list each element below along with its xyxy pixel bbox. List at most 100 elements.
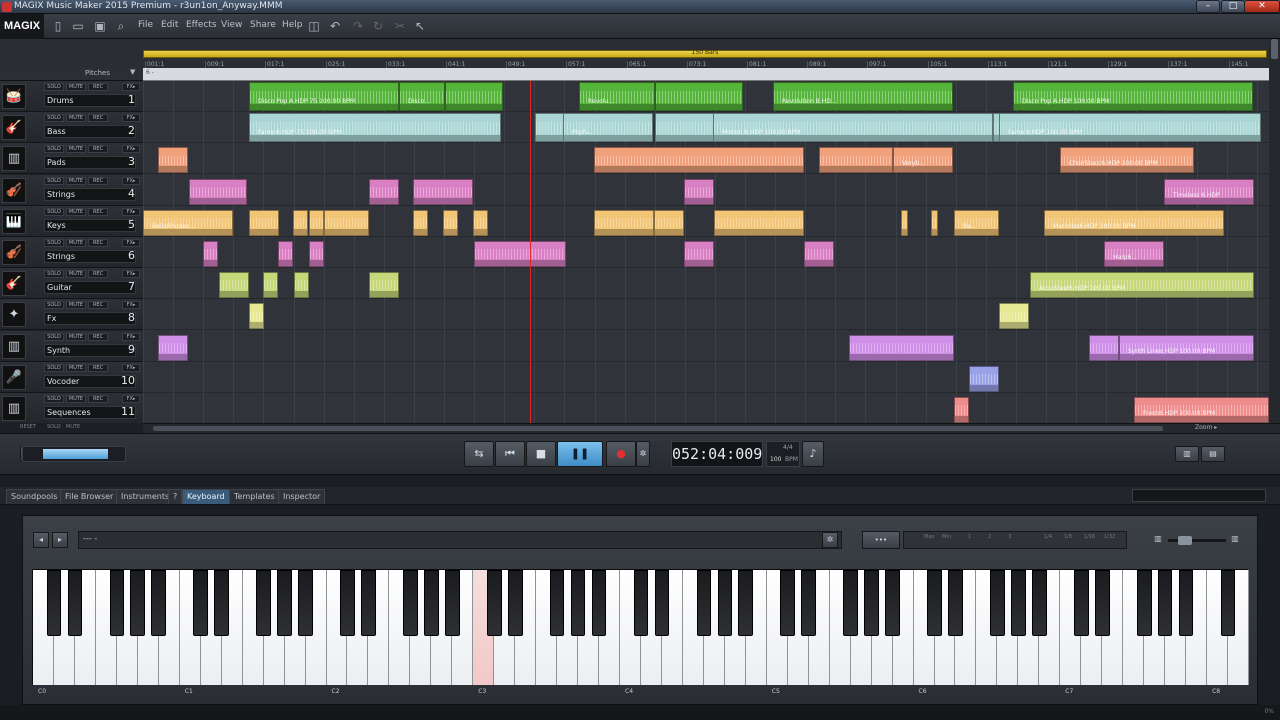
black-key[interactable] bbox=[738, 570, 754, 636]
maximize-button[interactable]: □ bbox=[1221, 0, 1245, 13]
track-drums-1[interactable]: 🥁 SOLO MUTE REC FX▸ Drums 1 bbox=[0, 81, 143, 112]
audio-clip[interactable] bbox=[249, 303, 264, 330]
black-key[interactable] bbox=[1073, 570, 1089, 636]
track-strings-4[interactable]: 🎻 SOLO MUTE REC FX▸ Strings 4 bbox=[0, 174, 143, 206]
black-key[interactable] bbox=[1220, 570, 1236, 636]
audio-clip[interactable]: Synth Lines.HDP 100.00 BPM bbox=[1119, 334, 1254, 361]
mute-button[interactable]: MUTE bbox=[66, 145, 86, 154]
fx-button[interactable]: FX▸ bbox=[122, 145, 140, 154]
minimize-button[interactable]: – bbox=[1196, 0, 1220, 13]
audio-clip[interactable] bbox=[263, 272, 278, 299]
audio-clip[interactable] bbox=[369, 178, 399, 205]
audio-clip[interactable] bbox=[594, 147, 804, 174]
mute-button[interactable]: MUTE bbox=[66, 239, 86, 247]
black-key[interactable] bbox=[696, 570, 712, 636]
audio-clip[interactable]: Harp6... bbox=[1104, 241, 1164, 267]
tab-soundpools[interactable]: Soundpools bbox=[6, 489, 63, 504]
audio-clip[interactable] bbox=[684, 241, 714, 267]
audio-clip[interactable]: AcouSteel6.HDP 100.00 BPM bbox=[1030, 272, 1254, 299]
pads-icon[interactable]: ▥ bbox=[2, 146, 26, 172]
audio-clip[interactable] bbox=[249, 209, 279, 236]
black-key[interactable] bbox=[298, 570, 313, 636]
track-name[interactable]: Bass bbox=[44, 125, 136, 139]
track-fx-8[interactable]: ✦ SOLO MUTE REC FX▸ Fx 8 bbox=[0, 299, 143, 331]
search-icon[interactable]: ⌕ bbox=[113, 18, 129, 34]
track-name[interactable]: Fx bbox=[44, 312, 136, 326]
record-settings-button[interactable]: ✲ bbox=[636, 441, 650, 467]
solo-button[interactable]: SOLO bbox=[44, 83, 64, 91]
save-icon[interactable]: ▣ bbox=[92, 18, 108, 34]
track-sequences-11[interactable]: ▥ SOLO MUTE REC FX▸ Sequences 11 bbox=[0, 393, 143, 424]
audio-clip[interactable] bbox=[369, 272, 399, 299]
mute-button[interactable]: MUTE bbox=[66, 301, 86, 310]
audio-clip[interactable]: Disco... bbox=[399, 82, 445, 111]
fx-button[interactable]: FX▸ bbox=[122, 176, 140, 185]
black-key[interactable] bbox=[424, 570, 439, 636]
mute-all-button[interactable]: MUTE bbox=[66, 424, 80, 430]
metronome-button[interactable]: ♪ bbox=[802, 441, 824, 467]
black-key[interactable] bbox=[990, 570, 1005, 636]
black-key[interactable] bbox=[948, 570, 963, 636]
track-strings-6[interactable]: 🎻 SOLO MUTE REC FX▸ Strings 6 bbox=[0, 237, 143, 268]
menu-share[interactable]: Share bbox=[250, 20, 276, 30]
keyboard-size-knob[interactable] bbox=[1178, 536, 1192, 545]
mute-button[interactable]: MUTE bbox=[66, 176, 86, 185]
audio-clip[interactable] bbox=[158, 147, 188, 174]
black-key[interactable] bbox=[1032, 570, 1047, 636]
audio-clip[interactable]: Veryb... bbox=[893, 147, 953, 174]
black-key[interactable] bbox=[780, 570, 796, 636]
black-key[interactable] bbox=[570, 570, 586, 636]
black-key[interactable] bbox=[1178, 570, 1194, 636]
black-key[interactable] bbox=[109, 570, 125, 636]
menu-help[interactable]: Help bbox=[282, 20, 303, 30]
audio-clip[interactable] bbox=[594, 209, 654, 236]
black-key[interactable] bbox=[885, 570, 900, 636]
black-key[interactable] bbox=[256, 570, 271, 636]
track-synth-9[interactable]: ▥ SOLO MUTE REC FX▸ Synth 9 bbox=[0, 330, 143, 362]
audio-clip[interactable] bbox=[804, 241, 834, 267]
vertical-scrollbar[interactable] bbox=[1269, 39, 1280, 423]
solo-button[interactable]: SOLO bbox=[44, 114, 64, 123]
arp-setting-label[interactable]: 1/4 bbox=[1044, 534, 1052, 540]
zoom-control[interactable]: Zoom ▸ bbox=[1195, 424, 1217, 431]
tab-file-browser[interactable]: File Browser bbox=[60, 489, 119, 504]
black-key[interactable] bbox=[927, 570, 942, 636]
audio-clip[interactable] bbox=[158, 334, 188, 361]
mute-button[interactable]: MUTE bbox=[66, 363, 86, 372]
mute-button[interactable]: MUTE bbox=[66, 114, 86, 123]
black-key[interactable] bbox=[214, 570, 230, 636]
black-key[interactable] bbox=[654, 570, 670, 636]
audio-clip[interactable] bbox=[309, 241, 324, 267]
pause-button[interactable]: ❚❚ bbox=[557, 441, 603, 467]
mixer-button[interactable]: ▥ bbox=[1175, 446, 1199, 462]
playhead[interactable] bbox=[530, 81, 531, 423]
track-name[interactable]: Keys bbox=[44, 218, 136, 232]
black-key[interactable] bbox=[340, 570, 355, 636]
instrument-field[interactable]: --- - bbox=[78, 531, 842, 549]
audio-clip[interactable]: Revolu... bbox=[579, 82, 655, 111]
drum-kit-icon[interactable]: 🥁 bbox=[2, 84, 26, 109]
black-key[interactable] bbox=[67, 570, 83, 636]
black-key[interactable] bbox=[403, 570, 418, 636]
black-key[interactable] bbox=[801, 570, 817, 636]
arp-setting-label[interactable]: 1 bbox=[968, 534, 971, 540]
close-button[interactable]: ✕ bbox=[1244, 0, 1280, 13]
black-key[interactable] bbox=[864, 570, 879, 636]
fx-button[interactable]: FX▸ bbox=[122, 270, 140, 279]
keyboard-icon[interactable]: 🎹 bbox=[2, 208, 26, 234]
solo-button[interactable]: SOLO bbox=[44, 301, 64, 310]
loop-button[interactable]: ⇆ bbox=[464, 441, 494, 467]
audio-clip[interactable] bbox=[293, 209, 308, 236]
tab-inspector[interactable]: Inspector bbox=[278, 489, 326, 504]
horizontal-scroll-thumb[interactable] bbox=[153, 426, 1163, 431]
fx-button[interactable]: FX▸ bbox=[122, 332, 140, 341]
audio-clip[interactable]: BellaRhodes... bbox=[143, 209, 233, 236]
audio-clip[interactable] bbox=[203, 241, 218, 267]
audio-clip[interactable] bbox=[278, 241, 293, 267]
audio-clip[interactable] bbox=[999, 303, 1029, 330]
black-key[interactable] bbox=[633, 570, 649, 636]
audio-clip[interactable]: Popfu... bbox=[563, 113, 653, 143]
audio-clip[interactable] bbox=[1089, 334, 1119, 361]
track-bass-2[interactable]: 🎸 SOLO MUTE REC FX▸ Bass 2 bbox=[0, 112, 143, 144]
mute-button[interactable]: MUTE bbox=[66, 207, 86, 216]
